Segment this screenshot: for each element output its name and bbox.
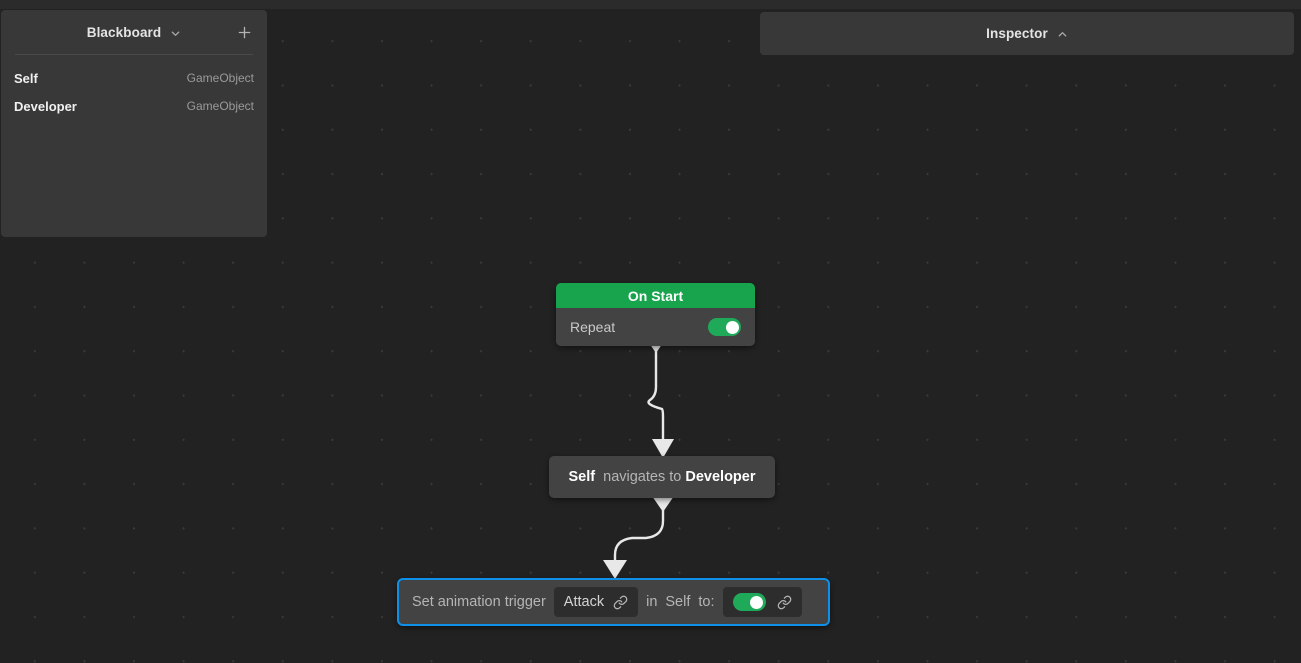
variable-type: GameObject	[186, 99, 254, 113]
window-top-bar	[0, 0, 1301, 9]
link-icon[interactable]	[613, 595, 628, 610]
blackboard-title: Blackboard	[86, 24, 162, 40]
navigate-target: Developer	[685, 469, 756, 485]
repeat-toggle[interactable]	[708, 318, 741, 336]
set-trigger-label-prefix: Set animation trigger	[412, 594, 546, 610]
inspector-title: Inspector	[986, 26, 1048, 41]
node-on-start-body: Repeat	[556, 308, 755, 346]
trigger-name-field[interactable]: Attack	[553, 587, 639, 617]
node-on-start-header: On Start	[556, 283, 755, 308]
list-item[interactable]: Developer GameObject	[1, 92, 267, 120]
behavior-graph-editor: On Start Repeat Self navigates to Develo…	[0, 0, 1301, 663]
node-on-start[interactable]: On Start Repeat	[556, 283, 755, 346]
set-trigger-target: Self	[665, 594, 691, 610]
repeat-label: Repeat	[570, 319, 616, 335]
navigate-verb: navigates to	[603, 469, 682, 485]
inspector-header[interactable]: Inspector	[760, 12, 1294, 55]
toggle-knob	[750, 595, 764, 609]
variable-name: Developer	[14, 98, 77, 114]
variable-name: Self	[14, 70, 38, 86]
node-navigate[interactable]: Self navigates to Developer	[549, 456, 775, 498]
edge-on-start-to-navigate	[645, 337, 674, 458]
edge-navigate-to-set-trigger	[603, 496, 674, 579]
node-on-start-title: On Start	[627, 287, 684, 304]
trigger-value-group	[722, 587, 802, 617]
chevron-up-icon[interactable]	[1057, 29, 1068, 40]
chevron-down-icon[interactable]	[170, 28, 181, 39]
inspector-panel: Inspector	[760, 12, 1294, 55]
trigger-value-toggle[interactable]	[732, 593, 766, 611]
blackboard-variable-list: Self GameObject Developer GameObject	[1, 55, 267, 120]
node-navigate-text: Self navigates to Developer	[568, 469, 755, 485]
node-set-animation-trigger[interactable]: Set animation trigger Attack in Self to:	[397, 578, 830, 626]
add-variable-button[interactable]	[234, 22, 254, 42]
blackboard-panel: Blackboard Self GameObject Developer Gam…	[1, 10, 267, 237]
navigate-agent: Self	[568, 469, 596, 485]
blackboard-header[interactable]: Blackboard	[1, 10, 267, 54]
variable-type: GameObject	[186, 71, 254, 85]
set-trigger-label-in: in	[646, 594, 658, 610]
list-item[interactable]: Self GameObject	[1, 64, 267, 92]
set-trigger-label-to: to:	[698, 594, 715, 610]
toggle-knob	[725, 320, 739, 334]
link-icon[interactable]	[777, 595, 792, 610]
trigger-name-value: Attack	[563, 594, 605, 610]
